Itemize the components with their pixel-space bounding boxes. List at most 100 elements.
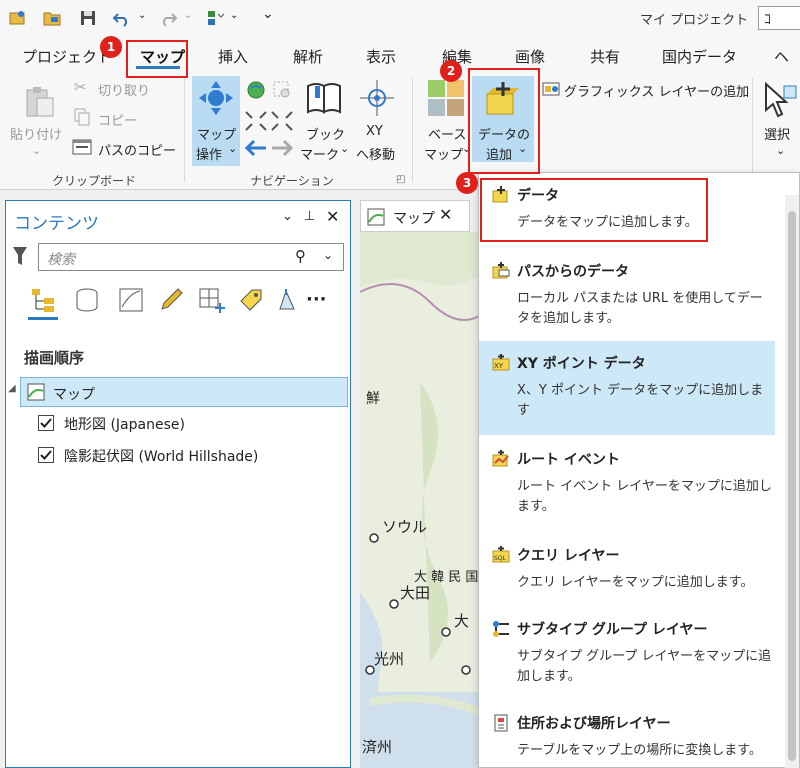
paste-dropdown-icon[interactable]: ⌄ <box>32 144 41 157</box>
list-by-data-source-icon[interactable] <box>74 287 100 313</box>
menu-item-title: 住所および場所レイヤー <box>517 716 671 732</box>
data-from-path-icon <box>492 262 510 279</box>
navigation-dialog-launcher-icon[interactable]: ◰ <box>396 174 405 185</box>
svg-text:SQL: SQL <box>494 555 507 562</box>
new-project-icon[interactable] <box>8 8 28 28</box>
paste-button[interactable]: 貼り付け <box>10 124 62 143</box>
add-data-menu: データ データをマップに追加します。 パスからのデータ ローカル パスまたは U… <box>478 172 800 768</box>
quick-access-menu-icon[interactable]: ⌄ <box>262 6 274 22</box>
map-label: 鮮 <box>366 391 380 407</box>
fixed-zoom-out-icon[interactable] <box>270 110 294 132</box>
customize-icon[interactable] <box>206 8 226 28</box>
list-by-labeling-icon[interactable] <box>238 287 264 313</box>
more-options-icon[interactable]: ··· <box>306 289 327 310</box>
map-label: 大 <box>454 612 470 630</box>
menu-item-description: ローカル パスまたは URL を使用してデータを追加します。 <box>517 291 763 326</box>
full-extent-icon[interactable] <box>246 80 266 100</box>
redo-dropdown-icon[interactable]: ⌄ <box>184 10 192 21</box>
city-marker-icon <box>389 599 399 609</box>
layer-visibility-checkbox[interactable] <box>38 447 54 463</box>
map-terrain <box>360 232 485 768</box>
map-view-tab[interactable]: マップ ✕ <box>360 200 470 232</box>
bookmarks-dropdown-icon[interactable]: ⌄ <box>340 142 349 155</box>
tab-insert[interactable]: 挿入 <box>218 46 248 67</box>
customize-dropdown-icon[interactable]: ⌄ <box>230 10 238 21</box>
list-by-selection-icon[interactable] <box>118 287 144 313</box>
menu-item-subtype-group-layer[interactable]: サブタイプ グループ レイヤー サブタイプ グループ レイヤーをマップに追加しま… <box>479 607 775 701</box>
select-dropdown-icon[interactable]: ⌄ <box>776 144 785 157</box>
tab-analysis[interactable]: 解析 <box>293 46 323 67</box>
copy-path-button[interactable]: パスのコピー <box>98 140 176 159</box>
pane-options-icon[interactable]: ⌄ <box>282 209 293 224</box>
ribbon-separator <box>752 78 753 182</box>
command-search-box[interactable]: ｺ <box>758 6 800 30</box>
redo-icon[interactable] <box>158 8 178 28</box>
ribbon-separator <box>184 78 185 182</box>
menu-scrollbar[interactable] <box>785 195 799 768</box>
tab-imagery[interactable]: 画像 <box>515 46 545 67</box>
menu-item-data-from-path[interactable]: パスからのデータ ローカル パスまたは URL を使用してデータを追加します。 <box>479 249 775 343</box>
tab-share[interactable]: 共有 <box>590 46 620 67</box>
layer-label[interactable]: 地形図 (Japanese) <box>64 414 185 434</box>
fixed-zoom-in-icon[interactable] <box>244 110 268 132</box>
save-project-icon[interactable] <box>78 8 98 28</box>
checkmark-icon <box>40 418 52 428</box>
list-by-drawing-order-icon[interactable] <box>30 287 56 313</box>
menu-item-description: クエリ レイヤーをマップに追加します。 <box>517 575 754 590</box>
subtype-group-layer-icon <box>493 621 509 637</box>
search-icon: ⚲ <box>295 247 306 265</box>
menu-scrollbar-thumb[interactable] <box>788 211 796 761</box>
pin-icon[interactable]: ⊥ <box>304 209 315 224</box>
menu-item-title: クエリ レイヤー <box>517 548 620 564</box>
menu-item-title: サブタイプ グループ レイヤー <box>517 622 708 638</box>
select-button[interactable]: 選択 <box>764 124 790 143</box>
cut-button[interactable]: 切り取り <box>98 80 150 99</box>
active-view-underline <box>28 317 58 320</box>
add-graphics-layer-button[interactable]: グラフィックス レイヤーの追加 <box>564 81 749 100</box>
layer-label[interactable]: 陰影起伏図 (World Hillshade) <box>64 446 258 466</box>
city-marker-icon <box>461 665 471 675</box>
zoom-to-selection-icon[interactable] <box>272 80 292 100</box>
ribbon-separator <box>412 78 413 182</box>
explore-button[interactable]: マップ 操作 ⌄ <box>192 76 240 166</box>
copy-button[interactable]: コピー <box>98 110 137 129</box>
query-layer-icon: SQL <box>492 546 510 563</box>
layer-visibility-checkbox[interactable] <box>38 415 54 431</box>
map-view[interactable]: 鮮 ソウル 大 韓 民 国 大田 大 光州 済州 <box>360 232 485 768</box>
menu-item-xy-point-data[interactable]: XY XY ポイント データ X、Y ポイント データをマップに追加します <box>479 341 775 435</box>
go-to-xy-button[interactable]: XY <box>366 124 383 139</box>
list-by-editing-icon[interactable] <box>158 287 184 313</box>
graphics-layer-icon <box>542 82 560 96</box>
list-by-perspective-icon[interactable] <box>278 287 296 313</box>
map-view-tab-label: マップ <box>393 211 435 227</box>
undo-icon[interactable] <box>112 8 132 28</box>
contents-search-input[interactable]: 検索 ⚲ ⌄ <box>38 243 344 271</box>
close-pane-icon[interactable]: ✕ <box>326 207 339 226</box>
filter-icon[interactable] <box>12 245 28 267</box>
tab-project[interactable]: プロジェクト <box>22 46 112 67</box>
go-to-xy-icon <box>360 80 394 116</box>
list-by-snapping-icon[interactable] <box>198 287 226 313</box>
expand-map-icon[interactable]: ◢ <box>8 383 16 394</box>
tab-view[interactable]: 表示 <box>366 46 396 67</box>
tab-japan-data[interactable]: 国内データ <box>662 46 737 67</box>
select-icon <box>765 81 797 118</box>
paste-icon <box>26 87 54 117</box>
address-locations-layer-icon <box>494 714 508 732</box>
contents-search-placeholder: 検索 <box>47 252 75 268</box>
close-tab-icon[interactable]: ✕ <box>439 205 452 224</box>
menu-item-title: ルート イベント <box>517 452 620 468</box>
callout-badge: 3 <box>456 172 478 194</box>
map-item[interactable]: マップ <box>20 377 348 407</box>
next-extent-icon[interactable] <box>270 138 294 158</box>
search-dropdown-icon[interactable]: ⌄ <box>323 248 333 262</box>
previous-extent-icon[interactable] <box>244 138 268 158</box>
basemap-button[interactable]: ベース <box>428 124 466 143</box>
drawing-order-heading: 描画順序 <box>24 349 85 367</box>
menu-item-address-locations-layer[interactable]: 住所および場所レイヤー テーブルをマップ上の場所に変換します。 <box>479 701 775 768</box>
menu-item-route-events[interactable]: ルート イベント ルート イベント レイヤーをマップに追加します。 <box>479 437 775 531</box>
bookmarks-button[interactable]: ブック <box>306 124 345 143</box>
open-project-icon[interactable] <box>42 8 62 28</box>
map-label: 大田 <box>400 584 431 602</box>
undo-dropdown-icon[interactable]: ⌄ <box>138 10 146 21</box>
